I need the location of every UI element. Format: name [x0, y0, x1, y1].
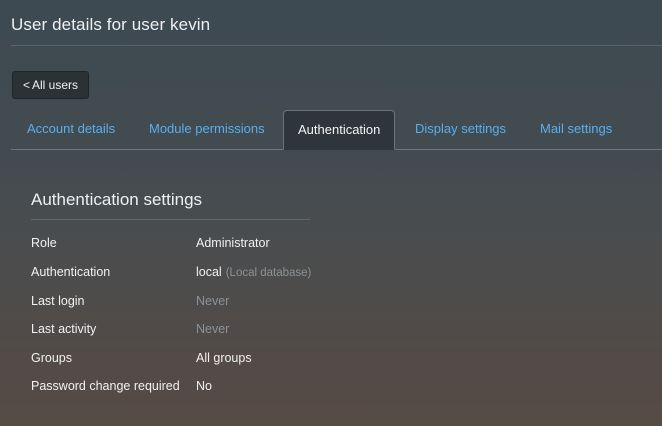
tab-account-details[interactable]: Account details — [27, 110, 115, 150]
section-title: Authentication settings — [31, 190, 203, 209]
last-login-label: Last login — [31, 294, 85, 308]
tab-module-permissions[interactable]: Module permissions — [149, 110, 265, 150]
tab-authentication[interactable]: Authentication — [283, 110, 396, 150]
section-divider — [31, 219, 310, 220]
last-login-value: Never — [196, 294, 230, 308]
all-users-button-label: All users — [32, 78, 79, 92]
title-divider — [11, 45, 662, 46]
last-activity-value: Never — [196, 322, 230, 336]
tab-mail-settings[interactable]: Mail settings — [540, 110, 612, 150]
authentication-source: (Local database) — [225, 267, 312, 279]
last-activity-label: Last activity — [31, 322, 97, 336]
tab-bar: Account details Module permissions Authe… — [11, 110, 662, 150]
role-label: Role — [31, 236, 57, 250]
groups-value: All groups — [196, 351, 252, 365]
all-users-button[interactable]: < All users — [12, 71, 90, 99]
chevron-left-icon: < — [23, 78, 31, 92]
page-title: User details for user kevin — [11, 15, 211, 34]
authentication-value-row: local (Local database) — [196, 265, 311, 279]
groups-label: Groups — [31, 351, 72, 365]
role-value: Administrator — [196, 236, 270, 250]
password-change-required-label: Password change required — [31, 379, 180, 393]
authentication-label: Authentication — [31, 265, 111, 279]
password-change-required-value: No — [196, 379, 212, 393]
authentication-value: local — [196, 265, 222, 279]
tab-display-settings[interactable]: Display settings — [415, 110, 506, 150]
